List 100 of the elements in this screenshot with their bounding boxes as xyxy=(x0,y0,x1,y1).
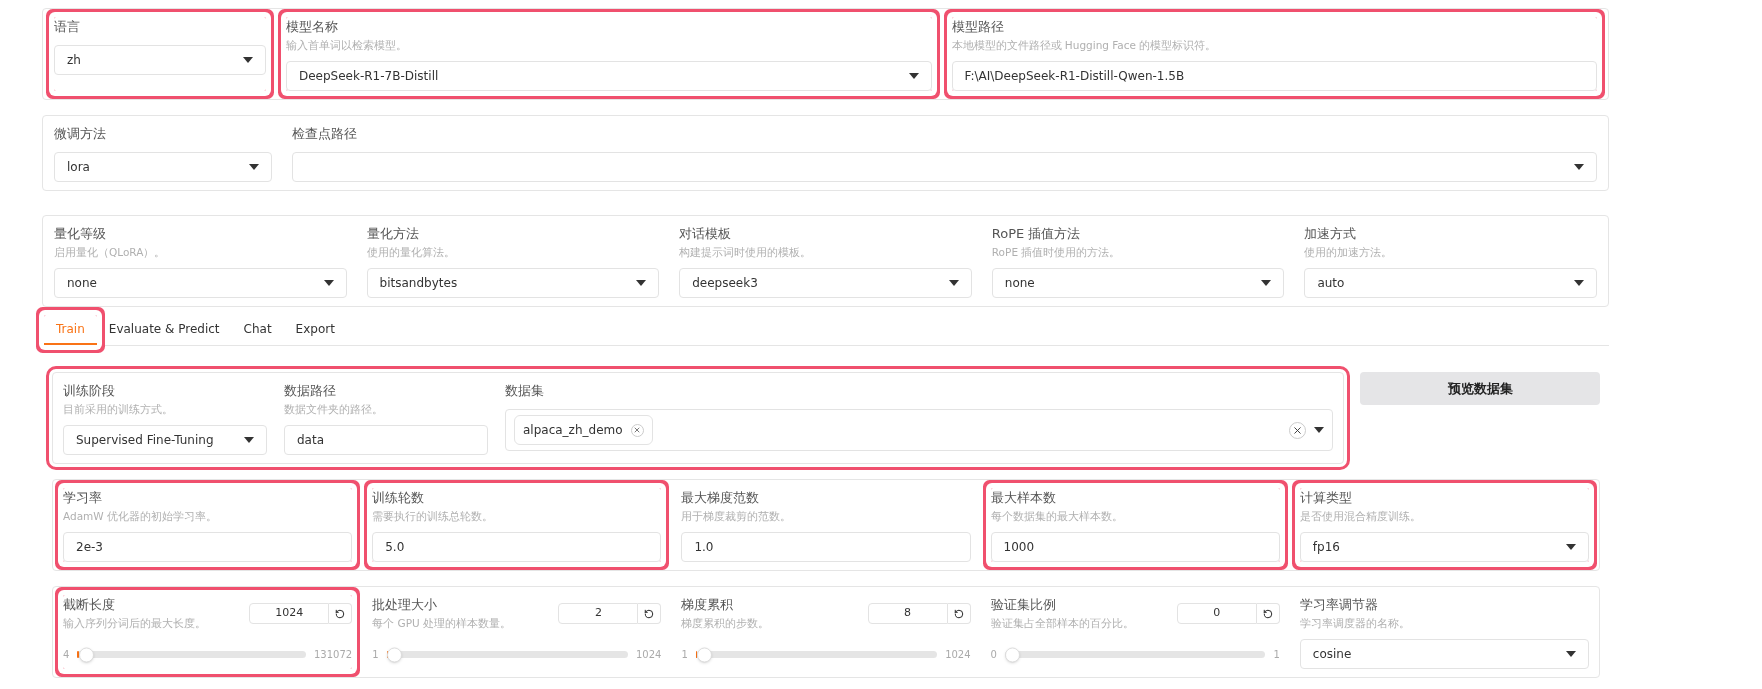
slider-max: 1024 xyxy=(945,648,971,662)
slider-min: 1 xyxy=(681,648,688,662)
reset-icon xyxy=(1262,608,1273,619)
reset-button[interactable] xyxy=(947,603,971,624)
slider-thumb[interactable] xyxy=(386,647,402,662)
field-hint: 每个数据集的最大样本数。 xyxy=(990,509,1124,524)
field-hint: RoPE 插值时使用的方法。 xyxy=(991,245,1122,260)
field-label: 训练轮数 xyxy=(372,489,426,507)
field-label: 最大样本数 xyxy=(990,489,1057,507)
number-input[interactable]: 2 xyxy=(558,603,639,624)
preview-dataset-button[interactable]: 预览数据集 xyxy=(1360,372,1600,405)
number-input[interactable]: 0 xyxy=(1176,603,1257,624)
slider-min: 4 xyxy=(63,648,70,662)
field-hint: 使用的加速方法。 xyxy=(1304,245,1394,260)
input-field[interactable]: data xyxy=(284,425,488,455)
tab[interactable]: Evaluate & Predict xyxy=(96,315,232,345)
field-label: 最大梯度范数 xyxy=(681,489,761,507)
caret-icon xyxy=(1574,280,1584,286)
field-hint: 验证集占全部样本的百分比。 xyxy=(990,616,1134,631)
field-hint: 需要执行的训练总轮数。 xyxy=(372,509,495,524)
field-hint: 梯度累积的步数。 xyxy=(681,616,770,631)
number-input[interactable]: 8 xyxy=(867,603,948,624)
field-label: 量化等级 xyxy=(54,225,107,243)
dropdown[interactable]: DeepSeek-R1-7B-Distill xyxy=(286,61,932,91)
field-hint: 是否使用混合精度训练。 xyxy=(1299,509,1422,524)
field-hint: 学习率调度器的名称。 xyxy=(1299,616,1411,631)
dropdown[interactable]: zh xyxy=(54,45,266,75)
caret-icon xyxy=(908,73,919,79)
input-field[interactable]: 1000 xyxy=(990,532,1280,562)
reset-button[interactable] xyxy=(1256,603,1280,624)
input-field[interactable]: F:\AI\DeepSeek-R1-Distill-Qwen-1.5B xyxy=(951,61,1597,91)
slider-thumb[interactable] xyxy=(1004,647,1020,662)
field-hint: 启用量化（QLoRA）。 xyxy=(54,245,167,260)
field-hint: 构建提示词时使用的模板。 xyxy=(679,245,813,260)
field-label: 检查点路径 xyxy=(292,125,358,143)
caret-icon xyxy=(243,57,253,63)
field-label: 加速方式 xyxy=(1304,225,1358,243)
field-label: 模型名称 xyxy=(286,18,339,36)
caret-icon xyxy=(249,164,259,170)
field-label: RoPE 插值方法 xyxy=(991,225,1082,243)
multiselect-field[interactable]: alpaca_zh_demo xyxy=(505,409,1333,451)
reset-button[interactable] xyxy=(329,603,353,624)
slider-min: 0 xyxy=(990,648,997,662)
tab[interactable]: Chat xyxy=(231,315,284,345)
input-field[interactable]: 1.0 xyxy=(681,532,971,562)
caret-icon xyxy=(636,280,647,286)
field-label: 学习率调节器 xyxy=(1299,596,1379,614)
slider-thumb[interactable] xyxy=(79,647,95,662)
slider-max: 1 xyxy=(1273,648,1280,662)
caret-icon xyxy=(1566,544,1576,550)
field-label: 对话模板 xyxy=(679,225,733,243)
field-label: 模型路径 xyxy=(951,18,1005,36)
field-label: 数据路径 xyxy=(284,382,337,400)
dropdown[interactable]: cosine xyxy=(1299,639,1589,669)
field-label: 验证集比例 xyxy=(990,596,1057,614)
field-label: 数据集 xyxy=(505,382,545,400)
field-label: 批处理大小 xyxy=(372,596,439,614)
dropdown[interactable]: lora xyxy=(54,152,272,182)
slider-thumb[interactable] xyxy=(697,647,713,662)
dataset-chip[interactable]: alpaca_zh_demo xyxy=(514,415,653,445)
slider-max: 1024 xyxy=(635,648,662,662)
dropdown[interactable]: none xyxy=(54,268,347,298)
dropdown[interactable]: deepseek3 xyxy=(679,268,972,298)
reset-icon xyxy=(644,608,655,619)
dropdown[interactable]: Supervised Fine-Tuning xyxy=(63,425,267,455)
field-hint: 数据文件夹的路径。 xyxy=(284,402,384,417)
caret-icon xyxy=(244,437,254,443)
field-hint: 输入序列分词后的最大长度。 xyxy=(63,616,206,631)
field-label: 量化方法 xyxy=(366,225,420,243)
field-hint: 使用的量化算法。 xyxy=(366,245,456,260)
field-hint: AdamW 优化器的初始学习率。 xyxy=(63,509,219,524)
field-label: 训练阶段 xyxy=(63,382,116,400)
number-input[interactable]: 1024 xyxy=(249,603,330,624)
field-label: 梯度累积 xyxy=(681,596,735,614)
dropdown[interactable]: fp16 xyxy=(1299,532,1589,562)
caret-icon xyxy=(323,280,334,286)
dropdown[interactable]: none xyxy=(991,268,1285,298)
field-hint: 输入首单词以检索模型。 xyxy=(286,38,408,53)
tab[interactable]: Export xyxy=(283,315,347,345)
field-label: 计算类型 xyxy=(1299,489,1353,507)
slider-max: 131072 xyxy=(314,648,353,662)
caret-icon xyxy=(1314,427,1324,433)
input-field[interactable]: 2e-3 xyxy=(63,532,353,562)
field-hint: 用于梯度裁剪的范数。 xyxy=(681,509,793,524)
input-field[interactable]: 5.0 xyxy=(372,532,662,562)
caret-icon xyxy=(1574,164,1584,170)
field-label: 微调方法 xyxy=(54,125,107,143)
dropdown[interactable]: bitsandbytes xyxy=(366,268,660,298)
dropdown[interactable]: auto xyxy=(1304,268,1597,298)
slider-min: 1 xyxy=(372,648,379,662)
field-hint: 目前采用的训练方式。 xyxy=(63,402,174,417)
reset-button[interactable] xyxy=(638,603,662,624)
caret-icon xyxy=(1261,280,1272,286)
caret-icon xyxy=(948,280,959,286)
field-hint: 每个 GPU 处理的样本数量。 xyxy=(372,616,512,631)
caret-icon xyxy=(1566,651,1576,657)
field-label: 语言 xyxy=(54,18,81,36)
field-label: 学习率 xyxy=(63,489,103,507)
reset-icon xyxy=(335,608,346,619)
field-hint: 本地模型的文件路径或 Hugging Face 的模型标识符。 xyxy=(951,38,1218,53)
